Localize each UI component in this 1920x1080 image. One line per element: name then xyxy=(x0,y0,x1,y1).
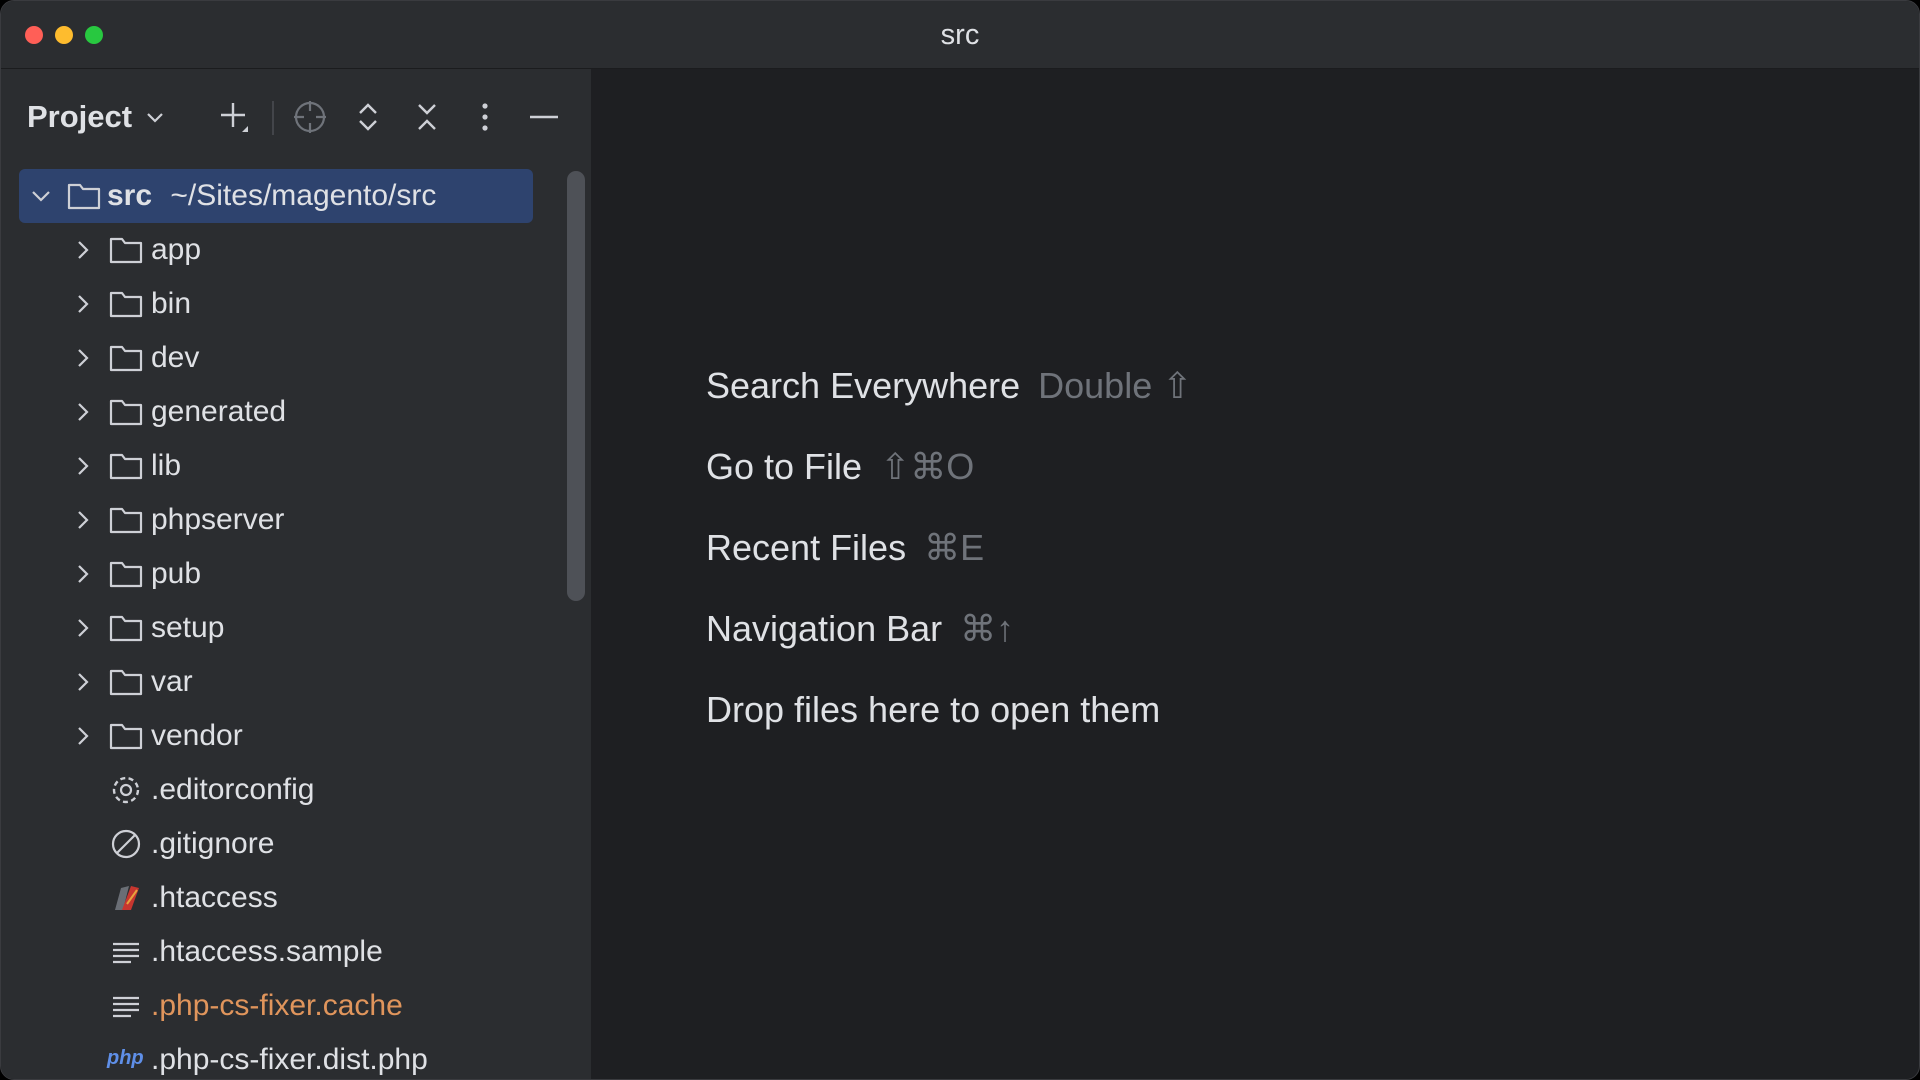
hint-drop-files-here-to-open-them: Drop files here to open them xyxy=(706,689,1160,731)
hint-label: Go to File xyxy=(706,446,863,487)
tree-item-label: .editorconfig xyxy=(151,773,315,806)
folder-icon xyxy=(109,291,143,318)
more-vertical-icon[interactable] xyxy=(463,95,507,139)
folder-icon xyxy=(109,399,143,426)
php-icon: php xyxy=(107,1047,144,1069)
tree-item-dot-php-cs-fixer-dist-php[interactable]: php .php-cs-fixer.dist.php xyxy=(19,1033,533,1079)
tree-item-label: .gitignore xyxy=(151,827,275,860)
plus-icon[interactable] xyxy=(213,95,257,139)
hint-shortcut: Double ⇧ xyxy=(1038,365,1193,406)
project-view-selector[interactable]: Project xyxy=(27,99,166,135)
text-lines-icon xyxy=(113,996,139,1018)
tree-item-dot-php-cs-fixer-cache[interactable]: .php-cs-fixer.cache xyxy=(19,979,533,1033)
hint-label: Navigation Bar xyxy=(706,608,943,649)
ide-window: src Project src ~/Sites/magento/src app … xyxy=(0,0,1920,1080)
folder-icon xyxy=(109,453,143,480)
root-folder-name: src xyxy=(107,179,153,212)
chevron-right-icon[interactable] xyxy=(71,346,95,370)
chevron-right-icon[interactable] xyxy=(71,724,95,748)
folder-icon xyxy=(109,345,143,372)
tree-item-label: phpserver xyxy=(151,503,285,536)
expand-all-icon[interactable] xyxy=(346,95,390,139)
folder-icon xyxy=(109,723,143,750)
ignore-icon xyxy=(111,829,141,859)
chevron-right-icon[interactable] xyxy=(71,238,95,262)
tree-item-label: generated xyxy=(151,395,287,428)
project-toolbar: Project xyxy=(1,69,591,169)
collapse-all-icon[interactable] xyxy=(405,95,449,139)
chevron-right-icon[interactable] xyxy=(71,454,95,478)
tree-item-label: var xyxy=(151,665,193,698)
tree-item-dot-htaccess-sample[interactable]: .htaccess.sample xyxy=(19,925,533,979)
gear-icon xyxy=(112,776,140,804)
root-folder-path: ~/Sites/magento/src xyxy=(170,179,437,212)
folder-icon xyxy=(67,183,101,210)
text-lines-icon xyxy=(113,942,139,964)
toolbar-separator xyxy=(272,101,274,135)
crosshair-icon[interactable] xyxy=(288,95,332,139)
project-tool-window: Project src ~/Sites/magento/src app bin … xyxy=(1,69,593,1079)
hint-recent-files[interactable]: Recent Files ⌘E xyxy=(706,527,984,569)
chevron-right-icon[interactable] xyxy=(71,616,95,640)
tree-item-dot-htaccess[interactable]: .htaccess xyxy=(19,871,533,925)
chevron-right-icon[interactable] xyxy=(71,400,95,424)
chevron-right-icon[interactable] xyxy=(71,508,95,532)
tree-root-src[interactable]: src ~/Sites/magento/src xyxy=(19,169,533,223)
tree-item-setup[interactable]: setup xyxy=(19,601,533,655)
tree-item-label: dev xyxy=(151,341,200,374)
tree-item-label: .php-cs-fixer.dist.php xyxy=(151,1043,428,1076)
folder-icon xyxy=(109,507,143,534)
tree-item-pub[interactable]: pub xyxy=(19,547,533,601)
hint-label: Search Everywhere xyxy=(706,365,1021,406)
chevron-down-icon[interactable] xyxy=(29,184,53,208)
tree-item-lib[interactable]: lib xyxy=(19,439,533,493)
folder-icon xyxy=(109,561,143,588)
hint-shortcut: ⌘E xyxy=(924,527,985,568)
folder-icon xyxy=(109,615,143,642)
tree-item-bin[interactable]: bin xyxy=(19,277,533,331)
tree-item-label: .htaccess xyxy=(151,881,278,914)
chevron-right-icon[interactable] xyxy=(71,292,95,316)
tree-item-dev[interactable]: dev xyxy=(19,331,533,385)
folder-icon xyxy=(109,669,143,696)
tree-item-label: setup xyxy=(151,611,225,644)
tree-item-label: vendor xyxy=(151,719,243,752)
tree-item-app[interactable]: app xyxy=(19,223,533,277)
tree-item-label: lib xyxy=(151,449,182,482)
tree-item-generated[interactable]: generated xyxy=(19,385,533,439)
chevron-down-icon xyxy=(147,113,163,123)
tree-item-label: pub xyxy=(151,557,202,590)
chevron-right-icon[interactable] xyxy=(71,670,95,694)
tree-item-label: .htaccess.sample xyxy=(151,935,383,968)
hint-label: Recent Files xyxy=(706,527,907,568)
tree-item-label: .php-cs-fixer.cache xyxy=(151,989,403,1022)
hint-shortcut: ⌘↑ xyxy=(960,608,1015,649)
tree-item-label: app xyxy=(151,233,202,266)
minimize-icon[interactable] xyxy=(522,95,566,139)
folder-icon xyxy=(109,237,143,264)
window-title: src xyxy=(940,19,980,51)
chevron-right-icon[interactable] xyxy=(71,562,95,586)
tree-item-dot-gitignore[interactable]: .gitignore xyxy=(19,817,533,871)
project-view-label: Project xyxy=(27,99,133,134)
hint-navigation-bar[interactable]: Navigation Bar ⌘↑ xyxy=(706,608,1014,650)
tree-scrollbar[interactable] xyxy=(567,171,585,601)
hint-label: Drop files here to open them xyxy=(706,689,1161,730)
tree-item-phpserver[interactable]: phpserver xyxy=(19,493,533,547)
tree-item-label: bin xyxy=(151,287,192,320)
tree-item-vendor[interactable]: vendor xyxy=(19,709,533,763)
hint-search-everywhere[interactable]: Search Everywhere Double ⇧ xyxy=(706,365,1192,407)
tree-item-dot-editorconfig[interactable]: .editorconfig xyxy=(19,763,533,817)
tree-item-var[interactable]: var xyxy=(19,655,533,709)
hint-shortcut: ⇧⌘O xyxy=(880,446,975,487)
title-bar: src xyxy=(1,1,1919,69)
apache-feather-icon xyxy=(115,886,139,910)
hint-go-to-file[interactable]: Go to File ⇧⌘O xyxy=(706,446,974,488)
